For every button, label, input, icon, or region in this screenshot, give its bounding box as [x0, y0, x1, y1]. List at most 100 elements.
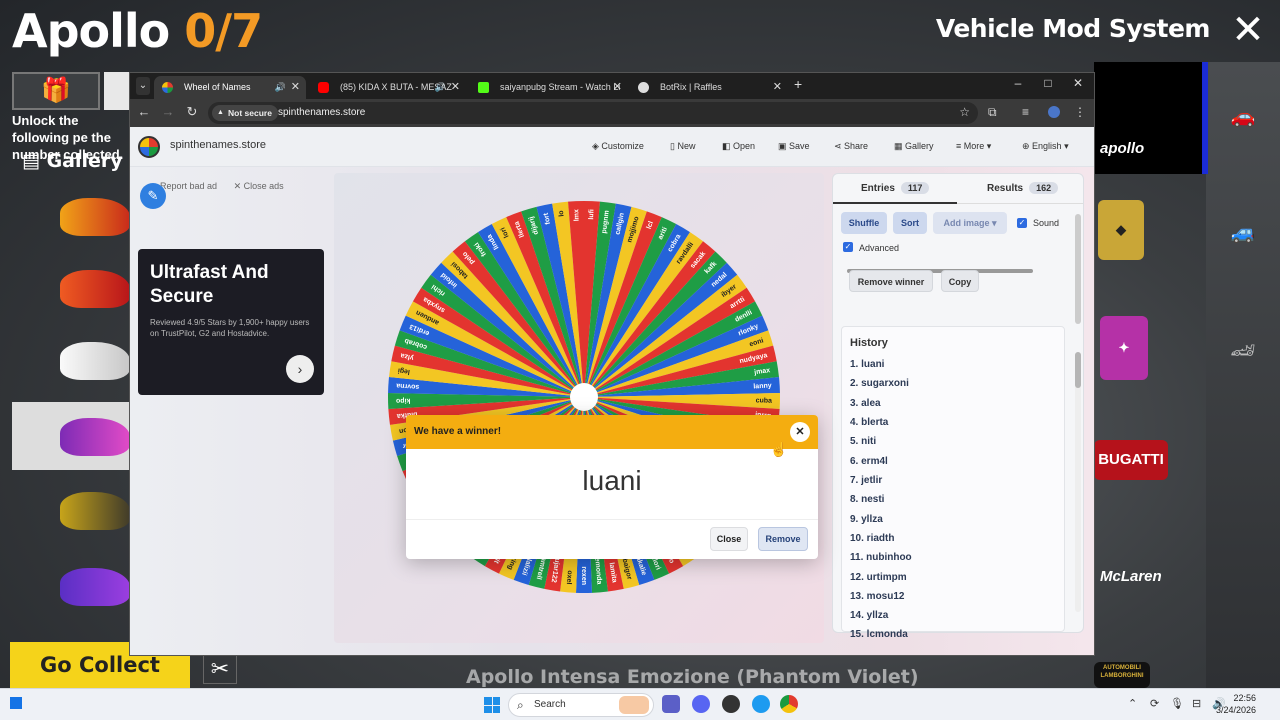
site-name[interactable]: spinthenames.store	[170, 139, 266, 151]
close-tab-icon[interactable]: ✕	[451, 76, 460, 99]
car-thumb[interactable]	[60, 270, 130, 308]
reading-list-icon[interactable]: ≡	[1022, 105, 1029, 119]
new-tab-icon[interactable]: +	[794, 76, 802, 92]
remove-button[interactable]: Remove	[758, 527, 808, 551]
wifi-icon[interactable]: ⟳	[1150, 697, 1159, 710]
game-close-icon[interactable]: ✕	[1230, 10, 1266, 50]
browser-menu-icon[interactable]: ⋮	[1074, 105, 1086, 119]
menu-language[interactable]: ⊕ English ▾	[1022, 141, 1069, 152]
speaker-icon[interactable]: 🔊	[435, 76, 446, 99]
transformers-icon[interactable]: ✦	[1100, 316, 1148, 380]
gift-icon[interactable]: 🎁	[12, 72, 100, 110]
minimize-icon[interactable]: –	[1008, 76, 1028, 90]
report-ad-link[interactable]: Report bad ad	[160, 181, 217, 191]
car-thumb[interactable]	[60, 492, 130, 530]
car-category-icon[interactable]: 🚗	[1220, 104, 1266, 130]
menu-customize[interactable]: ◈ Customize	[592, 141, 644, 152]
menu-gallery[interactable]: ▦ Gallery	[894, 141, 934, 152]
tools-icon[interactable]: ✂	[203, 652, 237, 684]
windows-start-icon[interactable]	[484, 697, 500, 713]
brand-panel[interactable]	[1094, 62, 1206, 174]
shuffle-button[interactable]: Shuffle	[841, 212, 887, 234]
edge-icon[interactable]	[752, 695, 770, 713]
sound-checkbox[interactable]: ✓	[1017, 218, 1027, 228]
scroll-thumb[interactable]	[1075, 352, 1081, 388]
pen-icon[interactable]: ✎	[140, 183, 166, 209]
steam-icon[interactable]	[722, 695, 740, 713]
address-bar: ← → ↻ Not secure spinthenames.store ☆ ⧉ …	[130, 99, 1094, 127]
omnibox[interactable]: Not secure spinthenames.store ☆	[208, 102, 978, 124]
tab-list-icon[interactable]: ⌄	[136, 77, 150, 95]
chrome-icon[interactable]	[780, 695, 798, 713]
brand-mclaren[interactable]: McLaren	[1100, 568, 1162, 585]
tab-kick-stream[interactable]: saiyanpubg Stream - Watch Li ✕	[470, 76, 628, 99]
close-button[interactable]: Close	[710, 527, 748, 551]
taskbar-search[interactable]: ⌕ Search	[508, 693, 654, 717]
dialog-title: We have a winner!	[414, 426, 502, 437]
porsche-crest-icon[interactable]: ◆	[1098, 200, 1144, 260]
car-category-icon[interactable]: 🏎	[1220, 338, 1266, 364]
dialog-close-icon[interactable]: ✕	[790, 422, 810, 442]
not-secure-badge[interactable]: Not secure	[212, 105, 278, 121]
close-tab-icon[interactable]: ✕	[613, 76, 622, 99]
task-view-icon[interactable]	[10, 697, 22, 709]
menu-more[interactable]: ≡ More ▾	[956, 141, 991, 152]
ad-arrow-icon[interactable]: ›	[286, 355, 314, 383]
menu-open[interactable]: ◧ Open	[722, 141, 755, 152]
car-category-icon[interactable]: 🚙	[1220, 220, 1266, 246]
tab-botrix[interactable]: BotRix | Raffles ✕	[630, 76, 788, 99]
ad-card[interactable]: Ultrafast And Secure Reviewed 4.9/5 Star…	[138, 249, 324, 395]
add-image-button[interactable]: Add image ▾	[933, 212, 1007, 234]
wheel-label: lo	[558, 210, 566, 217]
forward-icon[interactable]: →	[160, 104, 176, 119]
car-thumb[interactable]	[60, 342, 130, 380]
close-tab-icon[interactable]: ✕	[291, 76, 300, 99]
history-scrollbar[interactable]	[1075, 352, 1081, 612]
mic-icon[interactable]: 🎙	[1170, 697, 1184, 710]
close-tab-icon[interactable]: ✕	[773, 76, 782, 99]
profile-avatar[interactable]	[1048, 106, 1060, 118]
tab-wheel-of-names[interactable]: Wheel of Names 🔊 ✕	[154, 76, 306, 99]
car-thumb-selected[interactable]	[60, 418, 130, 456]
menu-share[interactable]: ⋖ Share	[834, 141, 868, 152]
history-item: 2. sugarxoni	[850, 378, 909, 389]
gallery-link[interactable]: ▤ Gallery	[22, 150, 123, 172]
entries-scrollbar[interactable]	[1075, 214, 1081, 324]
history-item: 12. urtimpm	[850, 572, 907, 583]
menu-new[interactable]: ▯ New	[670, 141, 695, 152]
bookmark-star-icon[interactable]: ☆	[959, 105, 970, 119]
maximize-icon[interactable]: □	[1038, 76, 1058, 90]
gift-slot[interactable]	[104, 72, 130, 110]
site-logo-icon[interactable]	[138, 136, 160, 158]
teams-icon[interactable]	[662, 695, 680, 713]
collect-count: 0/7	[184, 4, 263, 58]
close-ads-link[interactable]: ✕ Close ads	[234, 181, 284, 191]
wheel-hub[interactable]	[570, 383, 598, 411]
brand-apollo[interactable]: apollo	[1100, 140, 1144, 157]
back-icon[interactable]: ←	[136, 104, 152, 119]
car-thumb[interactable]	[60, 198, 130, 236]
remove-winner-button[interactable]: Remove winner	[849, 270, 933, 292]
sort-button[interactable]: Sort	[893, 212, 927, 234]
discord-icon[interactable]	[692, 695, 710, 713]
advanced-checkbox[interactable]: ✓	[843, 242, 853, 252]
extensions-icon[interactable]: ⧉	[988, 105, 997, 120]
tab-entries[interactable]: Entries 117	[861, 182, 930, 194]
brand-bugatti[interactable]: BUGATTI	[1094, 440, 1168, 480]
brand-lamborghini[interactable]: AUTOMOBILI LAMBORGHINI	[1094, 662, 1150, 688]
network-icon[interactable]: ⊟	[1192, 697, 1201, 710]
url-text[interactable]: spinthenames.store	[278, 102, 365, 124]
tab-youtube[interactable]: (85) KIDA X BUTA - MESAZ 🔊 ✕	[310, 76, 466, 99]
wheel-favicon-icon	[162, 82, 173, 93]
tray-overflow-icon[interactable]: ⌃	[1128, 697, 1137, 710]
window-close-icon[interactable]: ✕	[1068, 76, 1088, 90]
car-thumb[interactable]	[60, 568, 130, 606]
kick-icon	[478, 82, 489, 93]
tab-results[interactable]: Results 162	[987, 182, 1059, 194]
menu-save[interactable]: ▣ Save	[778, 141, 810, 152]
copy-button[interactable]: Copy	[941, 270, 979, 292]
speaker-icon[interactable]: 🔊	[275, 76, 286, 99]
reload-icon[interactable]: ↻	[184, 104, 200, 120]
clock[interactable]: 22:56 3/24/2026	[1216, 692, 1256, 716]
game-left-column: 🎁 Unlock the following pe the number col…	[0, 70, 130, 660]
